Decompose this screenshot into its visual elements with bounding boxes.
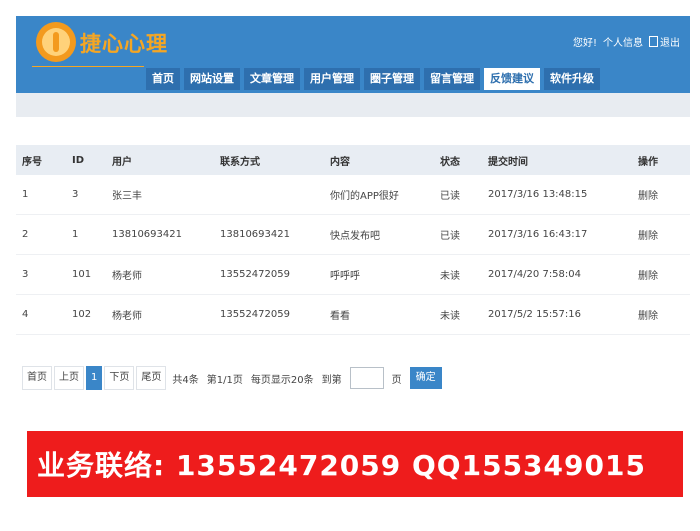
logout-button[interactable]: 退出 — [649, 34, 680, 49]
pager-goto-label: 到第 — [321, 374, 342, 386]
cell-user: 杨老师 — [112, 254, 220, 295]
table-header-row: 序号 ID 用户 联系方式 内容 状态 提交时间 操作 — [16, 145, 690, 175]
cell-content: 看看 — [330, 294, 440, 335]
cell-id: 101 — [72, 254, 112, 295]
pager-prev[interactable]: 上页 — [54, 366, 84, 390]
nav-item-messages[interactable]: 留言管理 — [424, 68, 480, 90]
page-jump-input[interactable] — [349, 367, 384, 389]
cell-id: 102 — [72, 294, 112, 335]
nav-item-software-update[interactable]: 软件升级 — [544, 68, 600, 90]
delete-link[interactable]: 删除 — [638, 294, 690, 335]
col-header-status: 状态 — [440, 145, 488, 175]
pager-page-unit: 页 — [391, 374, 402, 386]
nav-item-circles[interactable]: 圈子管理 — [364, 68, 420, 90]
delete-link[interactable]: 删除 — [638, 214, 690, 255]
cell-index: 3 — [16, 254, 72, 295]
nav-item-site-settings[interactable]: 网站设置 — [184, 68, 240, 90]
feedback-table: 序号 ID 用户 联系方式 内容 状态 提交时间 操作 1 3 张三丰 你们的A… — [16, 145, 690, 335]
cell-index: 1 — [16, 175, 72, 215]
contact-banner: 业务联络: 13552472059 QQ155349015 — [27, 431, 683, 497]
table-row: 2 1 13810693421 13810693421 快点发布吧 已读 201… — [16, 214, 690, 255]
cell-status: 未读 — [440, 294, 488, 335]
cell-time: 2017/3/16 16:43:17 — [488, 214, 638, 255]
cell-user: 张三丰 — [112, 175, 220, 215]
cell-id: 1 — [72, 214, 112, 255]
user-area: 您好! 个人信息 退出 — [573, 34, 680, 49]
col-header-contact: 联系方式 — [220, 145, 330, 175]
greeting: 您好! — [572, 38, 597, 49]
cell-contact: 13552472059 — [220, 294, 330, 335]
col-header-operation: 操作 — [638, 145, 690, 175]
cell-time: 2017/4/20 7:58:04 — [488, 254, 638, 295]
col-header-user: 用户 — [112, 145, 220, 175]
nav-item-home[interactable]: 首页 — [146, 68, 180, 90]
contact-banner-text: 业务联络: 13552472059 QQ155349015 — [37, 449, 646, 482]
cell-status: 未读 — [440, 254, 488, 295]
logout-icon — [649, 36, 658, 47]
pager-next[interactable]: 下页 — [104, 366, 135, 390]
orange-logo-icon — [36, 22, 76, 62]
profile-link[interactable]: 个人信息 — [603, 34, 643, 49]
cell-user: 13810693421 — [112, 214, 220, 255]
cell-content: 快点发布吧 — [330, 214, 440, 255]
nav-item-users[interactable]: 用户管理 — [304, 68, 360, 90]
toolbar-strip — [16, 93, 690, 117]
pager-total: 共4条 — [172, 374, 199, 386]
cell-status: 已读 — [440, 214, 488, 255]
cell-time: 2017/5/2 15:57:16 — [488, 294, 638, 335]
cell-content: 呼呼呼 — [330, 254, 440, 295]
cell-contact: 13552472059 — [220, 254, 330, 295]
nav-item-feedback[interactable]: 反馈建议 — [484, 68, 540, 90]
cell-time: 2017/3/16 13:48:15 — [488, 175, 638, 215]
col-header-time: 提交时间 — [488, 145, 638, 175]
cell-status: 已读 — [440, 175, 488, 215]
table-row: 1 3 张三丰 你们的APP很好 已读 2017/3/16 13:48:15 删… — [16, 175, 690, 215]
brand-name: 捷心心理 — [80, 32, 168, 56]
col-header-id: ID — [72, 145, 112, 175]
cell-content: 你们的APP很好 — [330, 175, 440, 215]
top-header: 捷心心理 首页 网站设置 文章管理 用户管理 圈子管理 留言管理 反馈建议 软件… — [16, 16, 690, 93]
pager-current-page[interactable]: 1 — [86, 366, 103, 390]
logout-label: 退出 — [660, 38, 680, 49]
table-row: 4 102 杨老师 13552472059 看看 未读 2017/5/2 15:… — [16, 294, 690, 335]
pager-first[interactable]: 首页 — [22, 366, 52, 390]
col-header-index: 序号 — [16, 145, 72, 175]
cell-index: 2 — [16, 214, 72, 255]
cell-id: 3 — [72, 175, 112, 215]
cell-index: 4 — [16, 294, 72, 335]
delete-link[interactable]: 删除 — [638, 175, 690, 215]
table-row: 3 101 杨老师 13552472059 呼呼呼 未读 2017/4/20 7… — [16, 254, 690, 295]
cell-contact — [220, 175, 330, 215]
pager-last[interactable]: 尾页 — [136, 366, 167, 390]
pager-confirm-button[interactable]: 确定 — [409, 367, 442, 389]
main-nav: 首页 网站设置 文章管理 用户管理 圈子管理 留言管理 反馈建议 软件升级 — [146, 68, 600, 90]
pager-per-page: 每页显示20条 — [250, 374, 314, 386]
cell-contact: 13810693421 — [220, 214, 330, 255]
pagination: 首页 上页 1 下页 尾页 共4条 第1/1页 每页显示20条 到第 页 确定 — [22, 366, 442, 390]
brand-underline — [32, 66, 144, 67]
cell-user: 杨老师 — [112, 294, 220, 335]
pager-page-of: 第1/1页 — [206, 374, 243, 386]
col-header-content: 内容 — [330, 145, 440, 175]
nav-item-articles[interactable]: 文章管理 — [244, 68, 300, 90]
delete-link[interactable]: 删除 — [638, 254, 690, 295]
